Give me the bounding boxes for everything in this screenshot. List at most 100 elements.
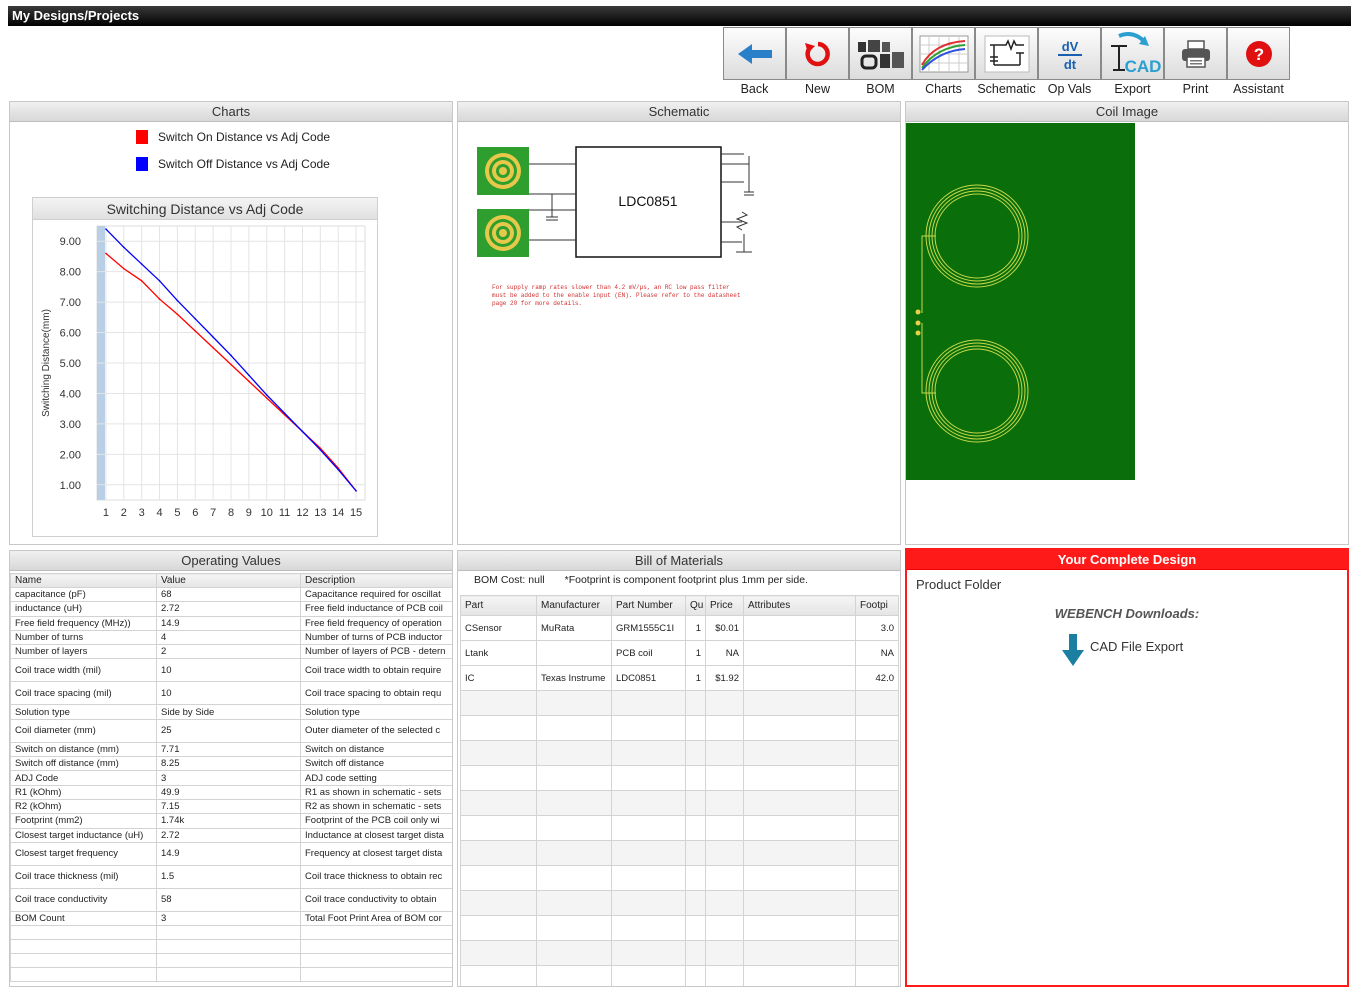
- bom-col-header[interactable]: Part: [460, 595, 537, 616]
- opvals-cell: ADJ code setting: [300, 770, 452, 786]
- opvals-cell: 3: [156, 910, 301, 927]
- opvals-cell: Coil diameter (mm): [10, 718, 157, 743]
- opvals-col-header[interactable]: Value: [156, 573, 301, 588]
- bom-empty-cell: [705, 915, 744, 941]
- bom-col-header[interactable]: Part Number: [611, 595, 686, 616]
- bom-empty-cell: [685, 815, 706, 841]
- opvals-cell: Free field frequency (MHz)): [10, 615, 157, 631]
- bom-button[interactable]: BOM: [849, 27, 912, 96]
- bom-empty-cell: [536, 940, 612, 966]
- bom-cell: [536, 640, 612, 666]
- new-button[interactable]: New: [786, 27, 849, 96]
- bom-empty-cell: [536, 965, 612, 986]
- opvals-row[interactable]: Number of turns 4 Number of turns of PCB i…: [10, 629, 452, 646]
- bom-empty-cell: [611, 890, 686, 916]
- x-tick-label: 2: [121, 507, 127, 519]
- opvals-col-header[interactable]: Name: [10, 573, 157, 588]
- opvals-empty-cell: [300, 925, 452, 941]
- bom-col-header[interactable]: Price: [705, 595, 744, 616]
- coil-image-panel-header: Coil Image: [906, 102, 1348, 122]
- schematic-button[interactable]: Schematic: [975, 27, 1038, 96]
- opvals-row[interactable]: Closest target inductance (uH) 2.72 Induct…: [10, 827, 452, 843]
- opvals-row[interactable]: Coil trace thickness (mil) 1.5 Coil trace …: [10, 864, 452, 889]
- opvals-empty-cell: [10, 925, 157, 941]
- bom-col-header[interactable]: Manufacturer: [536, 595, 612, 616]
- bom-empty-cell: [460, 740, 537, 766]
- opvals-row[interactable]: ADJ Code 3 ADJ code setting: [10, 770, 452, 786]
- download-arrow-icon: [1062, 634, 1084, 666]
- cad-file-export-link[interactable]: CAD File Export: [1062, 634, 1183, 666]
- product-folder-link[interactable]: Product Folder: [916, 577, 1001, 592]
- opvals-row[interactable]: Coil trace conductivity 58 Coil trace cond…: [10, 887, 452, 912]
- opvals-cell: BOM Count: [10, 910, 157, 927]
- bom-row[interactable]: Ltank PCB coil 1 NA NA: [460, 640, 899, 666]
- opvals-cell: Coil trace width (mil): [10, 658, 157, 683]
- bom-col-header[interactable]: Attributes: [743, 595, 856, 616]
- x-tick-label: 9: [246, 507, 252, 519]
- opvals-cell: Switch off distance: [300, 756, 452, 772]
- assistant-button[interactable]: ? Assistant: [1227, 27, 1290, 96]
- bom-cell: Texas Instrume: [536, 665, 612, 691]
- opvals-cell: Number of turns: [10, 629, 157, 646]
- opvals-row[interactable]: inductance (uH) 2.72 Free field inductance…: [10, 601, 452, 617]
- opvals-empty-cell: [156, 939, 301, 955]
- opvals-row[interactable]: Coil diameter (mm) 25 Outer diameter of th…: [10, 718, 452, 743]
- bom-col-header[interactable]: Qu: [685, 595, 706, 616]
- opvals-row[interactable]: R1 (kOhm) 49.9 R1 as shown in schematic - …: [10, 784, 452, 800]
- opvals-cell: 14.9: [156, 841, 301, 866]
- x-tick-label: 13: [314, 507, 326, 519]
- schematic-drawing[interactable]: LDC0851: [474, 142, 774, 342]
- opvals-row[interactable]: Switch off distance (mm) 8.25 Switch off d…: [10, 756, 452, 772]
- opvals-cell: R1 as shown in schematic - sets: [300, 784, 452, 800]
- opvals-cell: 2.72: [156, 601, 301, 617]
- y-tick-label: 1.00: [60, 480, 81, 492]
- opvals-row[interactable]: Solution type Side by Side Solution type: [10, 704, 452, 720]
- opvals-row[interactable]: Coil trace spacing (mil) 10 Coil trace spa…: [10, 681, 452, 706]
- bom-empty-cell: [743, 765, 856, 791]
- bom-row[interactable]: CSensor MuRata GRM1555C1I 1 $0.01 3.0: [460, 615, 899, 641]
- opvals-row[interactable]: BOM Count 3 Total Foot Print Area of BOM c…: [10, 910, 452, 927]
- print-button[interactable]: Print: [1164, 27, 1227, 96]
- operating-values-table: Name Value Description capacitance (pF) 68 C…: [10, 573, 452, 983]
- charts-button[interactable]: Charts: [912, 27, 975, 96]
- bom-empty-cell: [611, 790, 686, 816]
- opvals-col-header[interactable]: Description: [300, 573, 452, 588]
- back-button[interactable]: Back: [723, 27, 786, 96]
- bom-empty-cell: [855, 815, 899, 841]
- bom-empty-cell: [685, 915, 706, 941]
- coil-image[interactable]: [906, 123, 1136, 481]
- opvals-cell: 2: [156, 644, 301, 660]
- bom-empty-cell: [743, 940, 856, 966]
- opvals-row[interactable]: capacitance (pF) 68 Capacitance required f…: [10, 586, 452, 603]
- opvals-row[interactable]: Closest target frequency 14.9 Frequency at…: [10, 841, 452, 866]
- bom-col-header[interactable]: Footpi: [855, 595, 899, 616]
- bom-empty-cell: [855, 840, 899, 866]
- opvals-row[interactable]: Free field frequency (MHz)) 14.9 Free fiel…: [10, 615, 452, 631]
- opvals-cell: Side by Side: [156, 704, 301, 720]
- opvals-cell: Closest target inductance (uH): [10, 827, 157, 843]
- bom-cell: CSensor: [460, 615, 537, 641]
- opvals-empty-row: [10, 925, 452, 941]
- bom-cell: PCB coil: [611, 640, 686, 666]
- op-vals-button[interactable]: dV dt Op Vals: [1038, 27, 1101, 96]
- bom-cell: [743, 615, 856, 641]
- bom-row[interactable]: IC Texas Instrume LDC0851 1 $1.92 42.0: [460, 665, 899, 691]
- operating-values-panel: Operating Values Name Value Description ca…: [9, 550, 453, 987]
- bom-cell: 1: [685, 615, 706, 641]
- opvals-row[interactable]: R2 (kOhm) 7.15 R2 as shown in schematic - …: [10, 798, 452, 815]
- opvals-row[interactable]: Coil trace width (mil) 10 Coil trace width…: [10, 658, 452, 683]
- bom-empty-cell: [460, 690, 537, 716]
- bom-cell: NA: [855, 640, 899, 666]
- opvals-row[interactable]: Footprint (mm2) 1.74k Footprint of the PCB…: [10, 813, 452, 829]
- opvals-row[interactable]: Number of layers 2 Number of layers of PCB…: [10, 644, 452, 660]
- legend-item-off[interactable]: Switch Off Distance vs Adj Code: [136, 157, 330, 171]
- opvals-row[interactable]: Switch on distance (mm) 7.71 Switch on dis…: [10, 741, 452, 758]
- export-button[interactable]: CAD Export: [1101, 27, 1164, 96]
- bom-empty-cell: [705, 840, 744, 866]
- legend-item-on[interactable]: Switch On Distance vs Adj Code: [136, 130, 330, 144]
- toolbar: Back New BOM Charts Schematic dV dt Op Va…: [723, 27, 1290, 96]
- opvals-cell: Coil trace conductivity to obtain: [300, 887, 452, 912]
- bom-empty-cell: [743, 740, 856, 766]
- data-point-switch-off: [212, 336, 214, 338]
- opvals-cell: Solution type: [10, 704, 157, 720]
